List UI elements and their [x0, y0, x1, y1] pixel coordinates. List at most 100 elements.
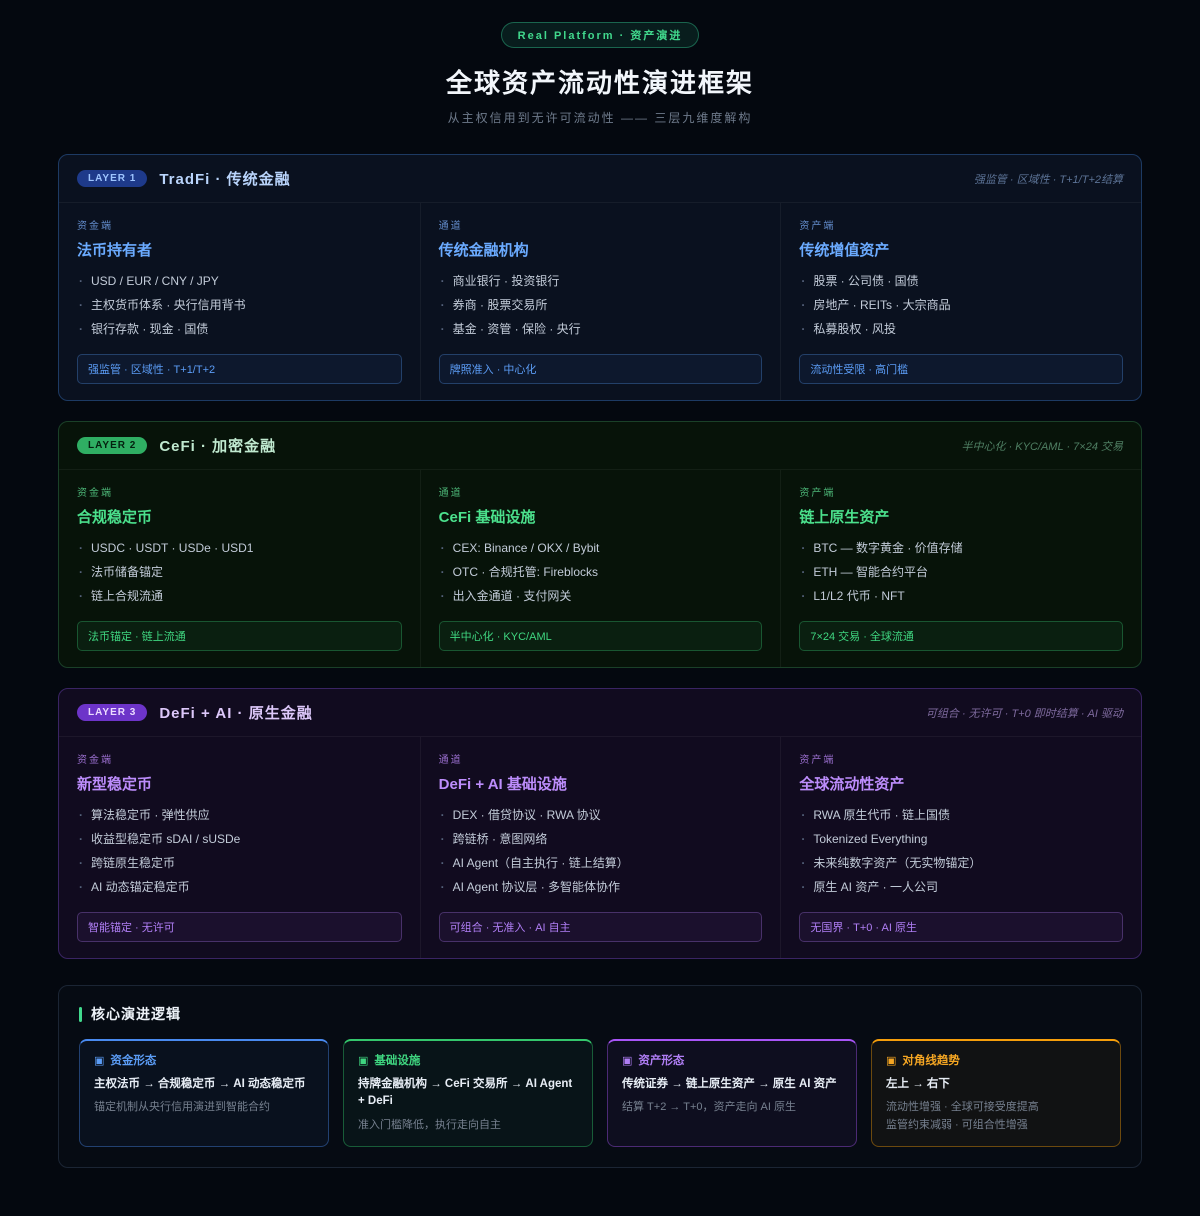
column-funds-side: 资金端 法币持有者 USD / EUR / CNY / JPY 主权货币体系 ·… [59, 203, 420, 400]
page-subtitle: 从主权信用到无许可流动性 —— 三层九维度解构 [447, 111, 753, 125]
page-header: Real Platform · 资产演进 全球资产流动性演进框架 从主权信用到无… [58, 22, 1142, 126]
logic-card-title: 资金形态 [110, 1055, 157, 1067]
list-item: 主权货币体系 · 央行信用背书 [77, 293, 402, 317]
column-kicker: 资金端 [77, 488, 113, 499]
column-tag: 可组合 · 无准入 · AI 自主 [438, 912, 763, 942]
logic-card-note: 准入门槛降低，执行走向自主 [358, 1118, 501, 1131]
card-icon: ▣ [94, 1054, 105, 1067]
logic-card-headline: 主权法币 → 合规稳定币 → AI 动态稳定币 [94, 1078, 306, 1090]
layer-title: DeFi + AI · 原生金融 [159, 705, 313, 722]
column-kicker: 资金端 [77, 221, 113, 232]
list-item: 跨链桥 · 意图网络 [439, 827, 763, 851]
logic-card-funds-form: ▣ 资金形态 主权法币 → 合规稳定币 → AI 动态稳定币 锚定机制从央行信用… [79, 1039, 329, 1148]
column-title: 新型稳定币 [77, 776, 153, 793]
column-channel: 通道 DeFi + AI 基础设施 DEX · 借贷协议 · RWA 协议 跨链… [419, 737, 781, 958]
column-tag: 流动性受限 · 高门槛 [799, 354, 1123, 384]
logic-card-note: 结算 T+2 → T+0，资产走向 AI 原生 [622, 1101, 796, 1114]
column-funds-side: 资金端 新型稳定币 算法稳定币 · 弹性供应 收益型稳定币 sDAI / sUS… [59, 737, 420, 958]
layer-card-tradfi: LAYER 1 TradFi · 传统金融 强监管 · 区域性 · T+1/T+… [58, 154, 1142, 401]
column-asset-side: 资产端 全球流动性资产 RWA 原生代币 · 链上国债 Tokenized Ev… [780, 737, 1141, 958]
list-item: 房地产 · REITs · 大宗商品 [799, 293, 1123, 317]
column-title: 链上原生资产 [799, 509, 890, 526]
layer-body: 资金端 法币持有者 USD / EUR / CNY / JPY 主权货币体系 ·… [59, 203, 1141, 400]
card-icon: ▣ [622, 1054, 633, 1067]
list-item: USDC · USDT · USDe · USD1 [77, 536, 402, 560]
layer-meta: 半中心化 · KYC/AML · 7×24 交易 [961, 440, 1123, 453]
layer-header: LAYER 2 CeFi · 加密金融 半中心化 · KYC/AML · 7×2… [59, 422, 1141, 470]
list-item: OTC · 合规托管: Fireblocks [439, 560, 763, 584]
column-kicker: 资产端 [799, 221, 836, 232]
logic-card-headline: 左上 → 右下 [886, 1078, 950, 1090]
list-item: 银行存款 · 现金 · 国债 [77, 317, 402, 341]
column-title: 法币持有者 [77, 242, 153, 259]
logic-title-row: 核心演进逻辑 [79, 1004, 1121, 1024]
column-kicker: 通道 [438, 488, 463, 499]
list-item: 股票 · 公司债 · 国债 [799, 269, 1123, 293]
list-item: 跨链原生稳定币 [77, 851, 402, 875]
column-kicker: 通道 [438, 755, 463, 766]
list-item: RWA 原生代币 · 链上国债 [799, 803, 1123, 827]
list-item: AI Agent 协议层 · 多智能体协作 [439, 875, 763, 899]
column-title: 传统增值资产 [799, 242, 890, 259]
list-item: L1/L2 代币 · NFT [799, 584, 1123, 608]
layer-meta: 强监管 · 区域性 · T+1/T+2结算 [973, 173, 1123, 186]
column-kicker: 资金端 [77, 755, 113, 766]
page-title: 全球资产流动性演进框架 [445, 68, 754, 98]
column-tag: 强监管 · 区域性 · T+1/T+2 [77, 354, 402, 384]
column-item-list: RWA 原生代币 · 链上国债 Tokenized Everything 未来纯… [799, 803, 1123, 899]
layer-badge: LAYER 1 [77, 170, 148, 187]
column-item-list: DEX · 借贷协议 · RWA 协议 跨链桥 · 意图网络 AI Agent（… [439, 803, 763, 899]
list-item: 算法稳定币 · 弹性供应 [77, 803, 402, 827]
column-item-list: CEX: Binance / OKX / Bybit OTC · 合规托管: F… [439, 536, 763, 608]
logic-card-title: 基础设施 [374, 1055, 421, 1067]
list-item: 链上合规流通 [77, 584, 402, 608]
logic-card-header: ▣ 对角线趋势 [886, 1052, 1106, 1068]
logic-card-title: 资产形态 [638, 1055, 685, 1067]
list-item: 出入金通道 · 支付网关 [439, 584, 763, 608]
column-title: DeFi + AI 基础设施 [438, 776, 567, 793]
logic-card-header: ▣ 基础设施 [358, 1052, 578, 1068]
layer-body: 资金端 新型稳定币 算法稳定币 · 弹性供应 收益型稳定币 sDAI / sUS… [59, 737, 1141, 958]
column-item-list: USD / EUR / CNY / JPY 主权货币体系 · 央行信用背书 银行… [77, 269, 402, 341]
column-tag: 法币锚定 · 链上流通 [77, 621, 402, 651]
logic-card-note: 锚定机制从央行信用演进到智能合约 [94, 1101, 270, 1114]
layer-title: TradFi · 传统金融 [159, 171, 291, 188]
column-item-list: 股票 · 公司债 · 国债 房地产 · REITs · 大宗商品 私募股权 · … [799, 269, 1123, 341]
column-item-list: 商业银行 · 投资银行 券商 · 股票交易所 基金 · 资管 · 保险 · 央行 [439, 269, 763, 341]
logic-card-note: 监管约束减弱 · 可组合性增强 [886, 1118, 1028, 1131]
list-item: 私募股权 · 风投 [799, 317, 1123, 341]
layer-body: 资金端 合规稳定币 USDC · USDT · USDe · USD1 法币储备… [59, 470, 1141, 667]
layer-header: LAYER 1 TradFi · 传统金融 强监管 · 区域性 · T+1/T+… [59, 155, 1141, 203]
logic-section: 核心演进逻辑 ▣ 资金形态 主权法币 → 合规稳定币 → AI 动态稳定币 锚定… [58, 985, 1142, 1169]
column-title: 全球流动性资产 [799, 776, 905, 793]
column-kicker: 资产端 [799, 488, 836, 499]
column-item-list: USDC · USDT · USDe · USD1 法币储备锚定 链上合规流通 [77, 536, 402, 608]
layer-meta: 可组合 · 无许可 · T+0 即时结算 · AI 驱动 [925, 707, 1123, 720]
column-channel: 通道 传统金融机构 商业银行 · 投资银行 券商 · 股票交易所 基金 · 资管… [419, 203, 781, 400]
logic-card-asset-form: ▣ 资产形态 传统证券 → 链上原生资产 → 原生 AI 资产 结算 T+2 →… [607, 1039, 857, 1148]
list-item: ETH — 智能合约平台 [799, 560, 1123, 584]
list-item: 法币储备锚定 [77, 560, 402, 584]
column-kicker: 资产端 [799, 755, 836, 766]
logic-card-infrastructure: ▣ 基础设施 持牌金融机构 → CeFi 交易所 → AI Agent + De… [343, 1039, 593, 1148]
column-title: 合规稳定币 [77, 509, 153, 526]
list-item: 基金 · 资管 · 保险 · 央行 [439, 317, 763, 341]
layer-badge: LAYER 3 [77, 704, 148, 721]
layer-badge: LAYER 2 [77, 437, 148, 454]
column-kicker: 通道 [438, 221, 463, 232]
layer-title: CeFi · 加密金融 [159, 438, 277, 455]
column-tag: 7×24 交易 · 全球流通 [799, 621, 1123, 651]
platform-badge: Real Platform · 资产演进 [500, 22, 700, 48]
column-tag: 半中心化 · KYC/AML [438, 621, 763, 651]
list-item: 券商 · 股票交易所 [439, 293, 763, 317]
list-item: AI Agent（自主执行 · 链上结算） [439, 851, 763, 875]
column-tag: 智能锚定 · 无许可 [77, 912, 402, 942]
accent-bar [79, 1006, 82, 1022]
logic-card-note: 流动性增强 · 全球可接受度提高 [886, 1101, 1039, 1114]
list-item: USD / EUR / CNY / JPY [77, 269, 402, 293]
list-item: 原生 AI 资产 · 一人公司 [799, 875, 1123, 899]
column-channel: 通道 CeFi 基础设施 CEX: Binance / OKX / Bybit … [419, 470, 781, 667]
logic-card-headline: 持牌金融机构 → CeFi 交易所 → AI Agent + DeFi [358, 1078, 573, 1108]
list-item: CEX: Binance / OKX / Bybit [439, 536, 763, 560]
list-item: Tokenized Everything [799, 827, 1123, 851]
